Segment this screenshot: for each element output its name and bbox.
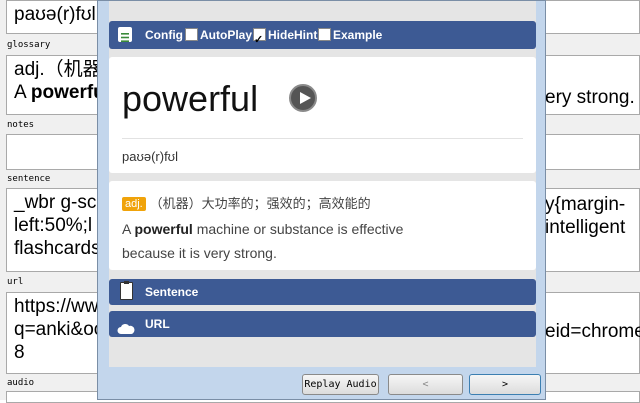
play-icon <box>300 92 311 104</box>
url-label: url <box>7 277 24 287</box>
glossary-line-2-bold: powerfu <box>30 82 105 103</box>
sentence-section-bar[interactable]: Sentence <box>109 279 536 305</box>
list-icon[interactable] <box>118 27 132 42</box>
glossary-line-2-prefix: A <box>14 82 31 103</box>
url-right-line-2: eid=chrome <box>545 321 640 342</box>
sentence-right-line-1: y{margin- <box>545 194 626 215</box>
hidehint-checkbox[interactable] <box>253 26 266 54</box>
pos-badge: adj. <box>122 197 146 211</box>
sentence-section-label: Sentence <box>145 285 199 299</box>
phonetic-field-value: paʊə(r)fʊl <box>14 4 96 25</box>
glossary-right-text: ery strong. <box>545 87 635 108</box>
notes-label: notes <box>7 120 35 130</box>
next-button[interactable]: > <box>469 374 541 395</box>
clipboard-icon <box>120 281 133 300</box>
previous-button[interactable]: < <box>388 374 463 395</box>
english-definition-prefix: A <box>122 221 135 237</box>
autoplay-checkbox[interactable] <box>185 28 198 41</box>
word-card: powerful paʊə(r)fʊl <box>109 57 536 173</box>
popup-content: Config AutoPlay HideHint Example powerfu… <box>109 1 536 367</box>
audio-label: audio <box>7 378 35 388</box>
chinese-definition: adj. （机器）大功率的；强效的；高效能的 <box>122 191 536 217</box>
headword: powerful <box>122 78 259 119</box>
url-section-bar[interactable]: URL <box>109 311 536 337</box>
hidehint-label: HideHint <box>268 28 318 42</box>
autoplay-label: AutoPlay <box>200 28 253 42</box>
english-definition-bold: powerful <box>134 221 193 237</box>
phonetic-text: paʊə(r)fʊl <box>122 149 178 164</box>
config-button[interactable]: Config <box>145 21 183 49</box>
play-audio-button[interactable] <box>289 84 317 112</box>
replay-audio-button[interactable]: Replay Audio <box>302 374 379 395</box>
cloud-icon <box>117 318 135 344</box>
definition-card: adj. （机器）大功率的；强效的；高效能的 A powerful machin… <box>109 181 536 270</box>
chinese-definition-text: （机器）大功率的；强效的；高效能的 <box>149 197 371 212</box>
english-definition: A powerful machine or substance is effec… <box>122 217 452 265</box>
word-divider <box>122 138 523 139</box>
example-label: Example <box>333 28 383 42</box>
sentence-right-line-2: intelligent <box>545 217 626 238</box>
dictionary-popup-window: Config AutoPlay HideHint Example powerfu… <box>97 0 546 400</box>
autoplay-option[interactable]: AutoPlay <box>185 21 252 49</box>
url-section-label: URL <box>145 317 170 331</box>
toolbar-bar: Config AutoPlay HideHint Example <box>109 21 536 54</box>
example-option[interactable]: Example <box>318 21 382 49</box>
example-checkbox[interactable] <box>318 28 331 41</box>
glossary-label: glossary <box>7 40 51 50</box>
sentence-label: sentence <box>7 174 51 184</box>
hidehint-option[interactable]: HideHint <box>253 21 318 54</box>
